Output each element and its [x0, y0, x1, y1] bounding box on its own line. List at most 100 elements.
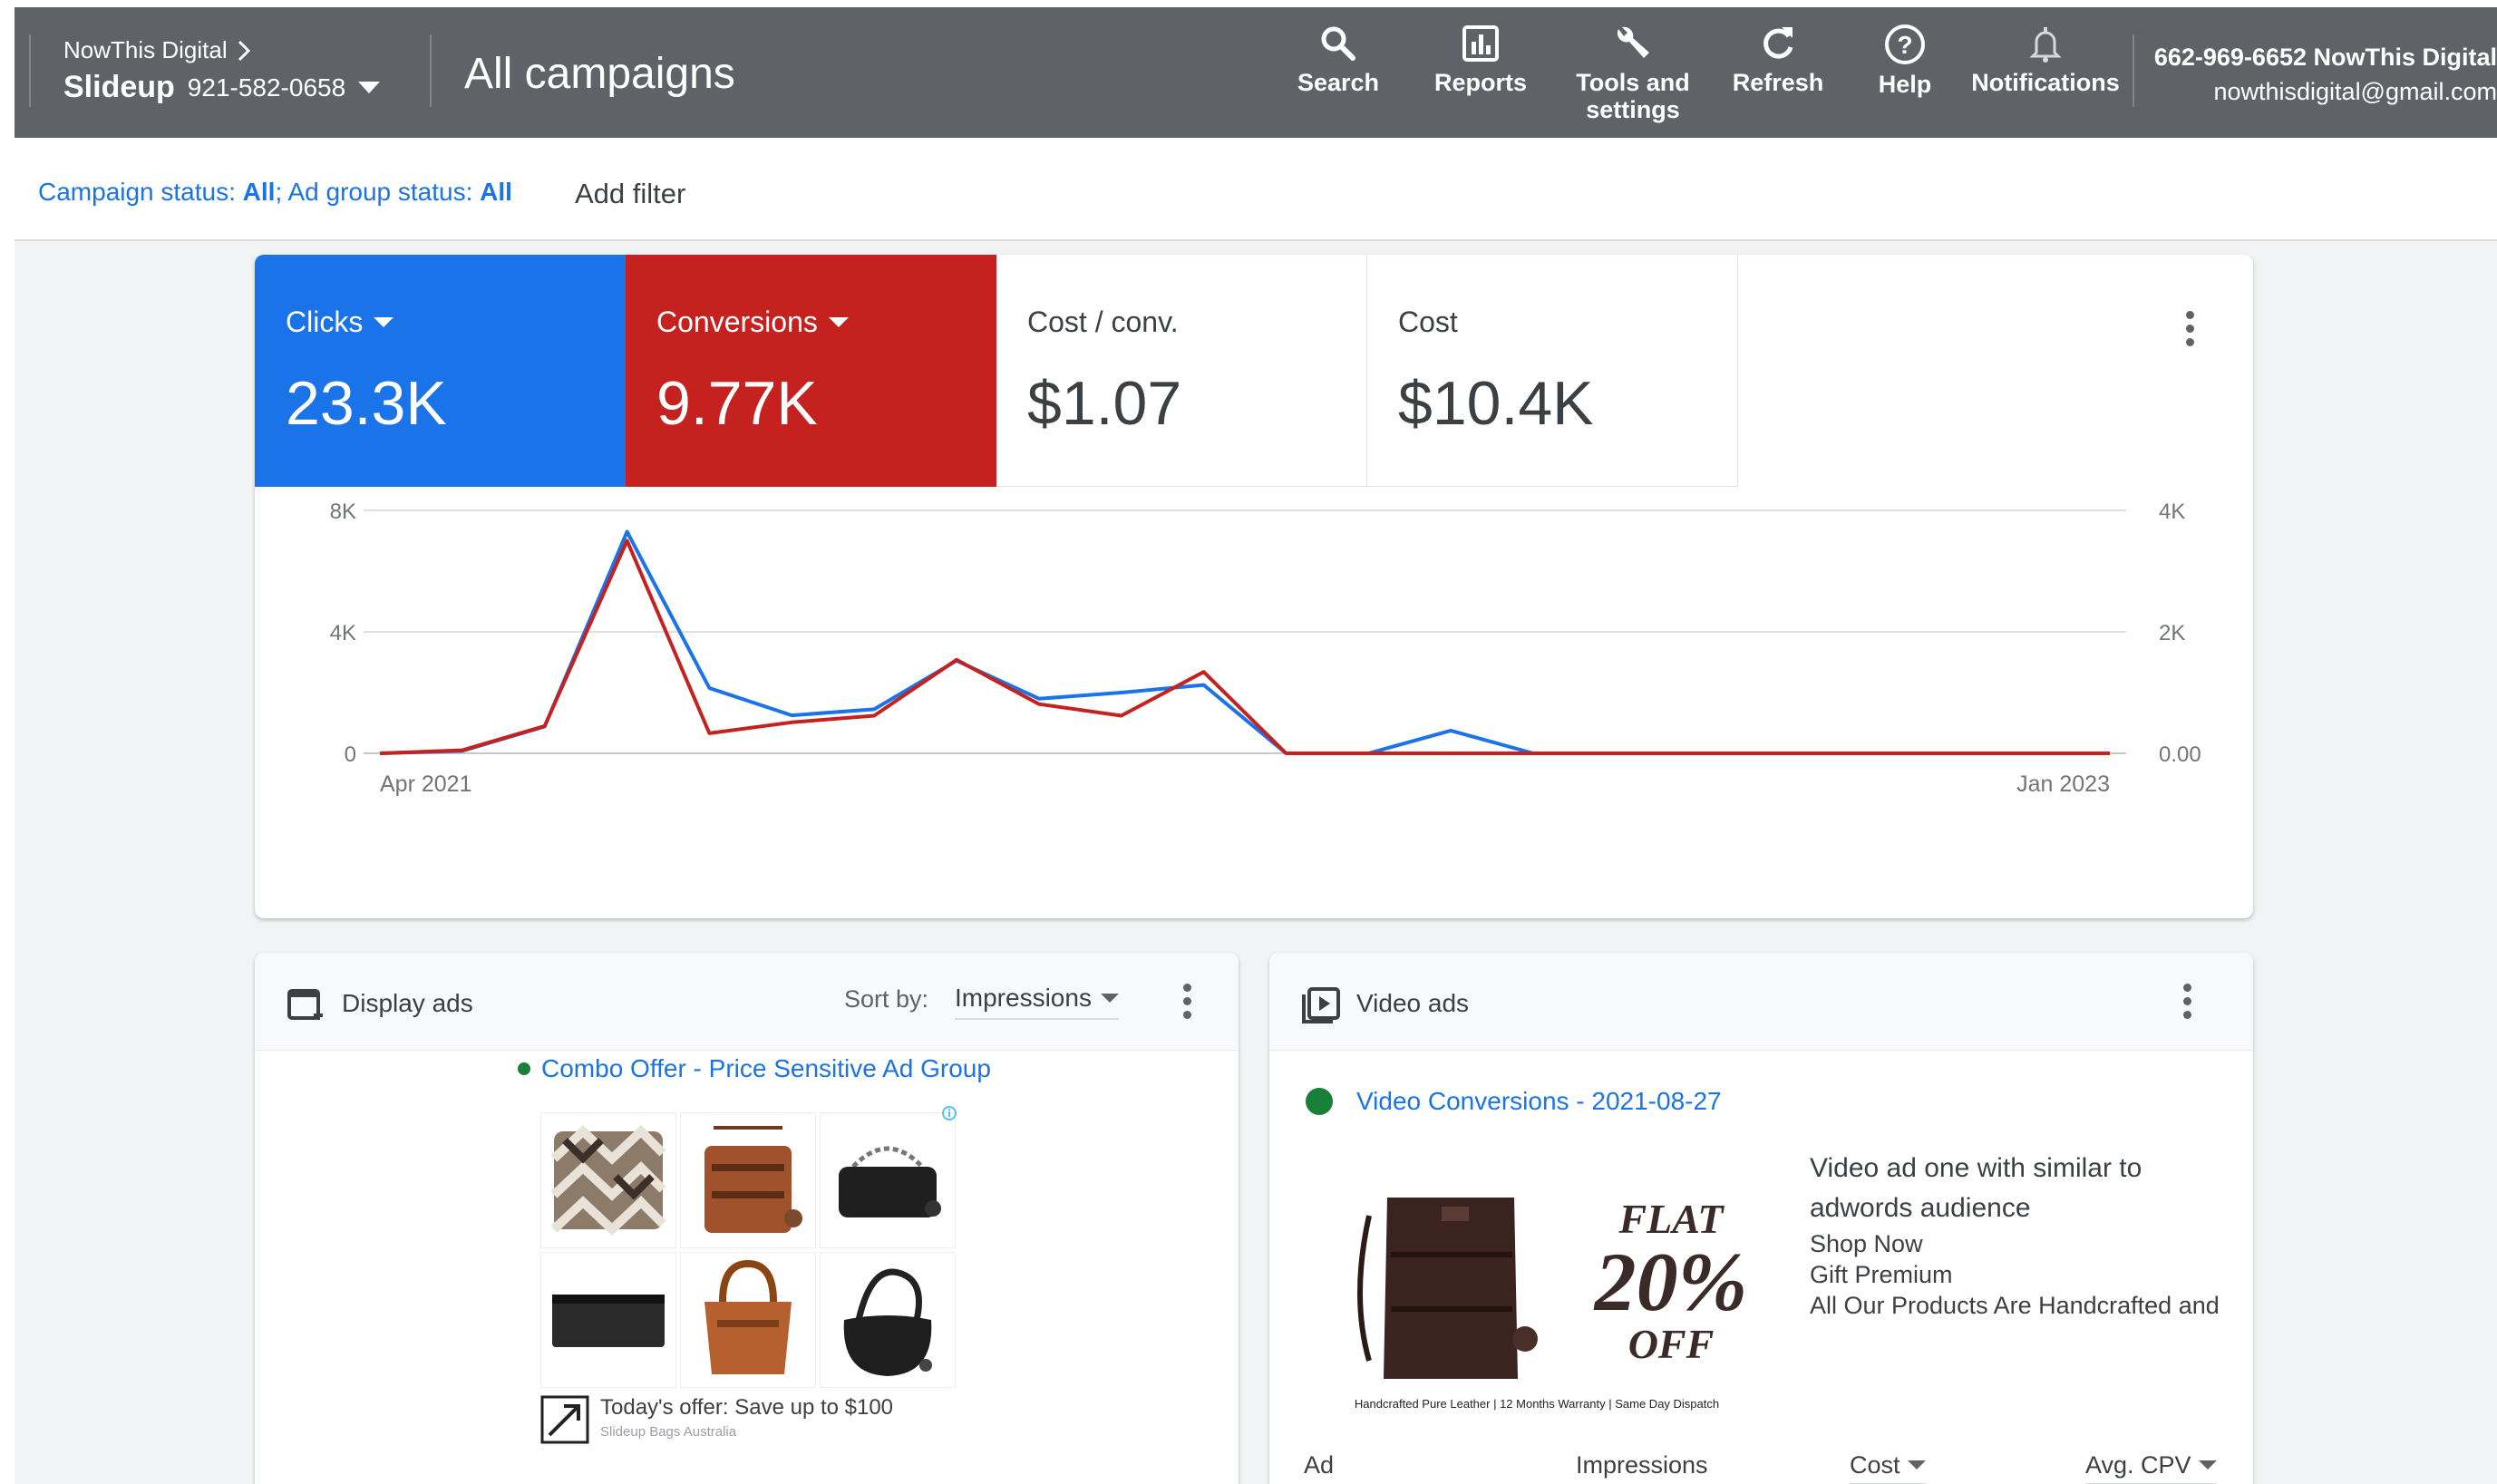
caret-down-icon: [828, 316, 849, 327]
thumb-caption: Handcrafted Pure Leather | 12 Months War…: [1354, 1397, 1720, 1411]
nav-label: Search: [1297, 69, 1380, 96]
nav-label: Help: [1878, 71, 1932, 98]
nav-label: Reports: [1433, 69, 1527, 96]
svg-text:?: ?: [1897, 31, 1912, 59]
user-account-menu[interactable]: 662-969-6652 NowThis Digital nowthisdigi…: [2154, 40, 2497, 109]
account-selector[interactable]: NowThis Digital Slideup 921-582-0658: [63, 36, 381, 105]
y-right-tick-label: 4K: [2159, 500, 2185, 524]
divider: [2133, 34, 2134, 107]
y-right-tick-label: 2K: [2159, 621, 2185, 645]
user-account-id: 662-969-6652 NowThis Digital: [2153, 44, 2497, 71]
metric-value: $1.07: [1027, 369, 1182, 438]
bell-icon: [2029, 27, 2062, 63]
y-left-tick-label: 4K: [330, 621, 356, 645]
search-icon: [1321, 26, 1355, 61]
x-tick-label: Apr 2021: [380, 771, 471, 797]
caret-down-icon: [1100, 993, 1119, 1003]
nav-tools-button[interactable]: Tools and settings: [1565, 24, 1701, 123]
filter-bar: Campaign status: All; Ad group status: A…: [15, 138, 2497, 241]
status-filter[interactable]: Campaign status: All; Ad group status: A…: [38, 178, 512, 207]
page-title: All campaigns: [464, 50, 735, 98]
display-ad-icon: [287, 989, 323, 1020]
metric-conversions[interactable]: Conversions 9.77K: [626, 255, 996, 487]
sort-label: Sort by:: [844, 985, 929, 1013]
overview-chart-card: Clicks 23.3K Conversions 9.77K Cost / co…: [255, 255, 2253, 918]
metric-clicks[interactable]: Clicks 23.3K: [255, 255, 626, 487]
product-image-brown-tote: [680, 1252, 816, 1388]
card-title: Display ads: [342, 989, 473, 1017]
metric-cost[interactable]: Cost $10.4K: [1367, 255, 1738, 487]
google-ads-window: NowThis Digital Slideup 921-582-0658 All…: [15, 7, 2497, 1484]
card-title: Video ads: [1356, 989, 1470, 1017]
top-app-bar: NowThis Digital Slideup 921-582-0658 All…: [15, 7, 2497, 138]
thumb-off-text: OFF: [1627, 1321, 1715, 1367]
more-options-icon[interactable]: [2183, 984, 2191, 1024]
account-name: Slideup: [63, 70, 175, 104]
account-id: 921-582-0658: [187, 73, 346, 102]
x-tick-label: Jan 2023: [2016, 771, 2110, 797]
display-ad-link[interactable]: Combo Offer - Price Sensitive Ad Group: [518, 1054, 991, 1083]
metric-value: 23.3K: [286, 369, 447, 438]
video-ads-card: Video ads Video Conversions - 2021-08-27…: [1269, 953, 2253, 1484]
video-ad-link[interactable]: Video Conversions - 2021-08-27: [1306, 1087, 1722, 1116]
product-image-brown-crossbody: [680, 1112, 816, 1248]
caret-down-icon: [2198, 1460, 2217, 1469]
performance-line-chart: 8K 4K 4K 2K 0 0.00 Apr 2021 Jan 2023: [330, 500, 2201, 797]
divider: [29, 34, 31, 107]
sort-dropdown[interactable]: Impressions: [955, 984, 1119, 1020]
caret-down-icon: [374, 316, 394, 327]
product-image-black-wallet: [540, 1252, 676, 1388]
display-ads-card: Display ads Sort by: Impressions Combo O…: [255, 953, 1239, 1484]
nav-search-button[interactable]: Search: [1293, 24, 1384, 96]
caret-down-icon: [1907, 1460, 1926, 1469]
metric-value: 9.77K: [656, 369, 818, 438]
video-thumbnail[interactable]: FLAT 20% OFF Handcrafted Pure Leather | …: [1315, 1152, 1759, 1415]
video-line: All Our Products Are Handcrafted and: [1810, 1292, 2220, 1319]
more-options-icon[interactable]: [2184, 311, 2195, 352]
add-filter-button[interactable]: Add filter: [575, 178, 685, 210]
ad-choices-icon: [941, 1105, 957, 1126]
thumb-percent-text: 20%: [1594, 1236, 1748, 1328]
column-header-avg-cpv[interactable]: Avg. CPV: [2085, 1451, 2217, 1484]
metric-value: $10.4K: [1398, 369, 1594, 438]
nav-reports-button[interactable]: Reports: [1422, 24, 1540, 96]
series-line-clicks: [379, 529, 2110, 755]
video-line: Shop Now: [1810, 1230, 1923, 1257]
status-enabled-icon: [1306, 1088, 1333, 1115]
nav-notifications-button[interactable]: Notifications: [1964, 24, 2127, 96]
nav-help-button[interactable]: ? Help: [1864, 24, 1946, 98]
y-left-tick-label: 0: [345, 742, 356, 767]
status-enabled-icon: [518, 1062, 530, 1075]
video-line: Gift Premium: [1810, 1261, 1953, 1288]
user-email: nowthisdigital@gmail.com: [2213, 78, 2497, 105]
offer-source: Slideup Bags Australia: [600, 1424, 737, 1440]
display-ad-preview[interactable]: Today's offer: Save up to $100 Slideup B…: [540, 1106, 957, 1457]
metric-cost-per-conversion[interactable]: Cost / conv. $1.07: [996, 255, 1367, 487]
y-left-tick-label: 8K: [330, 500, 356, 524]
nav-refresh-button[interactable]: Refresh: [1719, 24, 1837, 96]
column-header-ad[interactable]: Ad: [1304, 1451, 1334, 1479]
nav-label: Refresh: [1732, 69, 1824, 96]
wrench-icon: [1617, 26, 1649, 58]
divider: [430, 34, 432, 107]
chevron-right-icon: [238, 40, 250, 61]
product-image-black-hobo: [820, 1252, 956, 1388]
column-header-impressions[interactable]: Impressions: [1576, 1451, 1708, 1479]
product-image-leather-bag: [1357, 1198, 1538, 1379]
account-parent-name: NowThis Digital: [63, 36, 228, 63]
product-image-cushion: [540, 1112, 676, 1248]
video-ad-icon: [1302, 987, 1340, 1023]
help-icon: ?: [1885, 24, 1925, 64]
caret-down-icon: [358, 81, 381, 93]
offer-text: Today's offer: Save up to $100: [600, 1395, 894, 1420]
arrow-logo-icon: [540, 1395, 589, 1444]
video-ad-text: Video ad one with similar to adwords aud…: [1810, 1149, 2227, 1321]
reports-icon: [1462, 25, 1499, 62]
more-options-icon[interactable]: [1183, 984, 1191, 1024]
video-headline: Video ad one with similar to adwords aud…: [1810, 1153, 2142, 1223]
y-right-tick-label: 0.00: [2159, 742, 2201, 767]
product-image-black-clutch: [820, 1112, 956, 1248]
column-header-cost[interactable]: Cost: [1850, 1451, 1926, 1484]
refresh-icon: [1763, 27, 1793, 59]
nav-label: Tools and settings: [1576, 69, 1690, 123]
